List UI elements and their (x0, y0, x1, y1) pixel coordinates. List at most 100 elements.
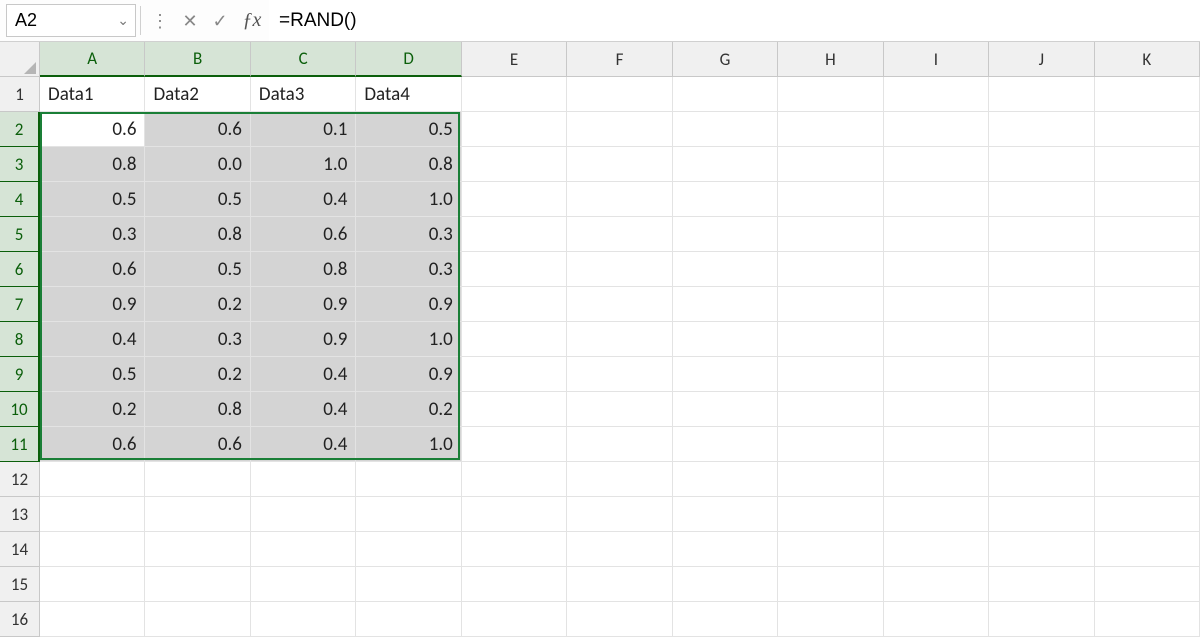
cell[interactable] (778, 217, 883, 252)
cell[interactable] (356, 497, 461, 532)
cell[interactable] (989, 567, 1094, 602)
cell[interactable] (462, 112, 567, 147)
cell[interactable] (40, 602, 145, 637)
cell[interactable] (673, 322, 778, 357)
cell[interactable]: 0.4 (251, 357, 356, 392)
cell[interactable]: 0.2 (145, 357, 250, 392)
row-header[interactable]: 11 (0, 427, 40, 462)
cell[interactable]: 0.5 (145, 182, 250, 217)
cell[interactable] (884, 497, 989, 532)
column-header[interactable]: B (145, 42, 250, 77)
cell[interactable] (673, 287, 778, 322)
cell[interactable] (884, 392, 989, 427)
enter-icon[interactable]: ✓ (205, 0, 235, 41)
column-header[interactable]: G (673, 42, 778, 77)
cell[interactable] (1095, 217, 1200, 252)
cell[interactable] (989, 357, 1094, 392)
cell[interactable]: 0.5 (356, 112, 461, 147)
cell[interactable]: 0.6 (251, 217, 356, 252)
cell[interactable] (567, 287, 672, 322)
column-header[interactable]: H (778, 42, 883, 77)
cell[interactable] (356, 602, 461, 637)
row-header[interactable]: 10 (0, 392, 40, 427)
cell[interactable] (989, 217, 1094, 252)
more-icon[interactable]: ⋮ (145, 0, 175, 41)
cell[interactable]: 0.0 (145, 147, 250, 182)
cell[interactable] (884, 427, 989, 462)
cell[interactable] (778, 427, 883, 462)
cell[interactable]: 0.6 (145, 427, 250, 462)
cell[interactable]: 0.8 (145, 392, 250, 427)
cell[interactable] (989, 182, 1094, 217)
cell[interactable] (989, 287, 1094, 322)
cell[interactable] (673, 602, 778, 637)
cell[interactable]: Data1 (40, 77, 145, 112)
cell[interactable]: 0.6 (40, 427, 145, 462)
cell[interactable] (567, 112, 672, 147)
cell[interactable]: 0.5 (145, 252, 250, 287)
cell[interactable] (462, 532, 567, 567)
cell[interactable]: 0.9 (251, 287, 356, 322)
cell[interactable] (1095, 427, 1200, 462)
column-header[interactable]: I (884, 42, 989, 77)
cell[interactable] (145, 532, 250, 567)
column-header[interactable]: J (989, 42, 1094, 77)
cell[interactable] (673, 427, 778, 462)
cell[interactable] (778, 252, 883, 287)
cell[interactable] (145, 497, 250, 532)
column-header[interactable]: F (567, 42, 672, 77)
cell[interactable] (567, 357, 672, 392)
cell[interactable] (989, 392, 1094, 427)
cell[interactable] (884, 322, 989, 357)
cell[interactable] (884, 462, 989, 497)
cell[interactable] (567, 602, 672, 637)
cell[interactable] (567, 567, 672, 602)
row-header[interactable]: 12 (0, 462, 40, 497)
cell[interactable] (462, 322, 567, 357)
cell[interactable] (778, 147, 883, 182)
cell[interactable] (884, 532, 989, 567)
cell[interactable]: 0.6 (40, 112, 145, 147)
cell[interactable] (1095, 112, 1200, 147)
cell[interactable] (778, 462, 883, 497)
cell[interactable] (462, 567, 567, 602)
cell[interactable] (778, 112, 883, 147)
cell[interactable]: 0.8 (356, 147, 461, 182)
column-header[interactable]: C (251, 42, 356, 77)
cell[interactable] (145, 567, 250, 602)
row-header[interactable]: 5 (0, 217, 40, 252)
cell[interactable] (778, 567, 883, 602)
cell[interactable] (567, 252, 672, 287)
cell[interactable]: 0.3 (145, 322, 250, 357)
cell[interactable]: Data4 (356, 77, 461, 112)
fx-icon[interactable]: ƒx (235, 0, 269, 41)
cell[interactable] (778, 602, 883, 637)
cell[interactable] (673, 252, 778, 287)
cell[interactable] (778, 497, 883, 532)
cell[interactable] (145, 602, 250, 637)
cell[interactable] (40, 497, 145, 532)
cell[interactable] (462, 497, 567, 532)
cell[interactable] (40, 532, 145, 567)
cell[interactable] (884, 357, 989, 392)
cell[interactable] (1095, 497, 1200, 532)
cell[interactable] (462, 252, 567, 287)
row-header[interactable]: 16 (0, 602, 40, 637)
cell[interactable] (673, 147, 778, 182)
row-header[interactable]: 4 (0, 182, 40, 217)
cell[interactable] (989, 322, 1094, 357)
cell[interactable] (1095, 462, 1200, 497)
cell[interactable] (673, 112, 778, 147)
cell[interactable]: 1.0 (356, 182, 461, 217)
cell[interactable] (989, 147, 1094, 182)
cell[interactable] (778, 532, 883, 567)
cell[interactable] (567, 427, 672, 462)
cell[interactable] (884, 217, 989, 252)
name-box[interactable]: ⌄ (6, 4, 136, 37)
cell[interactable] (673, 497, 778, 532)
row-header[interactable]: 1 (0, 77, 40, 112)
cell[interactable]: 0.2 (356, 392, 461, 427)
cell[interactable] (884, 147, 989, 182)
cell[interactable]: 0.5 (40, 357, 145, 392)
column-header[interactable]: A (40, 42, 145, 77)
